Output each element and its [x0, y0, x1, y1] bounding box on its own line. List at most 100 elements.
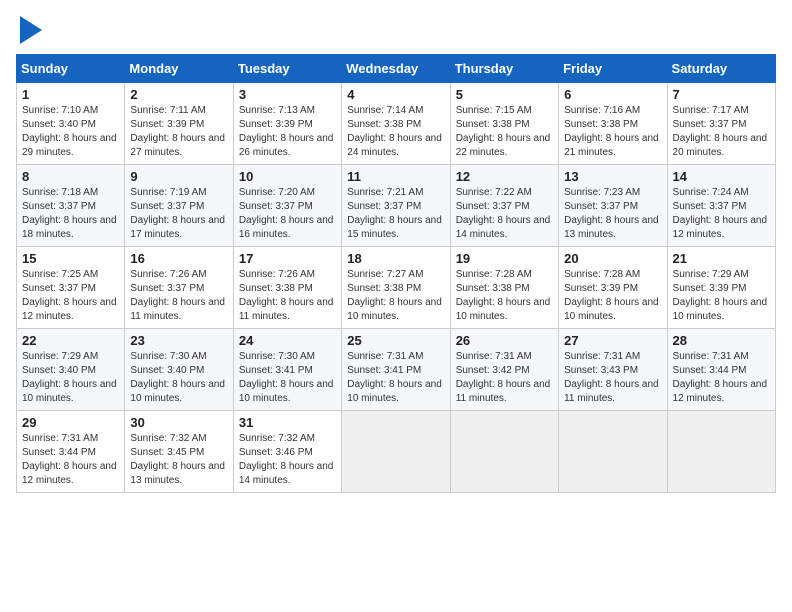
calendar-day-20: 20Sunrise: 7:28 AMSunset: 3:39 PMDayligh… — [559, 247, 667, 329]
sunset: Sunset: 3:39 PM — [239, 119, 313, 130]
calendar-table: SundayMondayTuesdayWednesdayThursdayFrid… — [16, 54, 776, 493]
calendar-day-18: 18Sunrise: 7:27 AMSunset: 3:38 PMDayligh… — [342, 247, 450, 329]
sunset: Sunset: 3:44 PM — [673, 365, 747, 376]
daylight: Daylight: 8 hours and 14 minutes. — [239, 461, 334, 486]
daylight: Daylight: 8 hours and 10 minutes. — [347, 297, 442, 322]
daylight: Daylight: 8 hours and 18 minutes. — [22, 215, 117, 240]
sunrise: Sunrise: 7:19 AM — [130, 187, 206, 198]
calendar-week-4: 22Sunrise: 7:29 AMSunset: 3:40 PMDayligh… — [17, 329, 776, 411]
calendar-day-16: 16Sunrise: 7:26 AMSunset: 3:37 PMDayligh… — [125, 247, 233, 329]
sunset: Sunset: 3:42 PM — [456, 365, 530, 376]
calendar-day-6: 6Sunrise: 7:16 AMSunset: 3:38 PMDaylight… — [559, 83, 667, 165]
day-number: 13 — [564, 169, 661, 184]
day-number: 31 — [239, 415, 336, 430]
sunrise: Sunrise: 7:24 AM — [673, 187, 749, 198]
day-number: 18 — [347, 251, 444, 266]
empty-cell — [559, 411, 667, 493]
day-info: Sunrise: 7:18 AM Sunset: 3:37 PM Daylight:… — [22, 186, 119, 242]
calendar-day-3: 3Sunrise: 7:13 AMSunset: 3:39 PMDaylight… — [233, 83, 341, 165]
day-number: 24 — [239, 333, 336, 348]
sunrise: Sunrise: 7:31 AM — [456, 351, 532, 362]
sunset: Sunset: 3:37 PM — [347, 201, 421, 212]
day-info: Sunrise: 7:32 AMSunset: 3:46 PMDaylight:… — [239, 432, 336, 488]
daylight: Daylight: 8 hours and 27 minutes. — [130, 133, 225, 158]
sunrise: Sunrise: 7:31 AM — [22, 433, 98, 444]
day-number: 7 — [673, 87, 770, 102]
sunrise: Sunrise: 7:10 AM — [22, 105, 98, 116]
daylight: Daylight: 8 hours and 12 minutes. — [22, 461, 117, 486]
calendar-day-31: 31 Sunrise: 7:32 AMSunset: 3:46 PMDayligh… — [233, 411, 341, 493]
day-number: 21 — [673, 251, 770, 266]
day-info: Sunrise: 7:32 AMSunset: 3:45 PMDaylight:… — [130, 432, 227, 488]
calendar-day-11: 11Sunrise: 7:21 AMSunset: 3:37 PMDayligh… — [342, 165, 450, 247]
daylight: Daylight: 8 hours and 10 minutes. — [564, 297, 659, 322]
calendar-day-14: 14Sunrise: 7:24 AMSunset: 3:37 PMDayligh… — [667, 165, 775, 247]
day-info: Sunrise: 7:26 AMSunset: 3:37 PMDaylight:… — [130, 268, 227, 324]
daylight: Daylight: 8 hours and 11 minutes. — [239, 297, 334, 322]
sunrise: Sunrise: 7:29 AM — [22, 351, 98, 362]
daylight: Daylight: 8 hours and 10 minutes. — [239, 379, 334, 404]
day-number: 4 — [347, 87, 444, 102]
sunset: Sunset: 3:37 PM — [456, 201, 530, 212]
sunset: Sunset: 3:37 PM — [22, 283, 96, 294]
sunrise: Sunrise: 7:23 AM — [564, 187, 640, 198]
sunset: Sunset: 3:39 PM — [130, 119, 204, 130]
daylight: Daylight: 8 hours and 22 minutes. — [456, 133, 551, 158]
calendar-day-19: 19Sunrise: 7:28 AMSunset: 3:38 PMDayligh… — [450, 247, 558, 329]
day-info: Sunrise: 7:23 AMSunset: 3:37 PMDaylight:… — [564, 186, 661, 242]
daylight: Daylight: 8 hours and 12 minutes. — [673, 215, 768, 240]
sunrise: Sunrise: 7:30 AM — [239, 351, 315, 362]
calendar-header-friday: Friday — [559, 55, 667, 83]
sunset: Sunset: 3:40 PM — [22, 365, 96, 376]
day-info: Sunrise: 7:29 AMSunset: 3:39 PMDaylight:… — [673, 268, 770, 324]
calendar-day-1: 1Sunrise: 7:10 AMSunset: 3:40 PMDaylight… — [17, 83, 125, 165]
calendar-day-15: 15Sunrise: 7:25 AMSunset: 3:37 PMDayligh… — [17, 247, 125, 329]
day-info: Sunrise: 7:31 AMSunset: 3:43 PMDaylight:… — [564, 350, 661, 406]
day-info: Sunrise: 7:17 AMSunset: 3:37 PMDaylight:… — [673, 104, 770, 160]
day-number: 30 — [130, 415, 227, 430]
sunset: Sunset: 3:45 PM — [130, 447, 204, 458]
day-number: 28 — [673, 333, 770, 348]
sunrise: Sunrise: 7:18 AM — [22, 187, 98, 198]
sunset: Sunset: 3:39 PM — [673, 283, 747, 294]
sunset: Sunset: 3:38 PM — [564, 119, 638, 130]
daylight: Daylight: 8 hours and 13 minutes. — [130, 461, 225, 486]
daylight: Daylight: 8 hours and 10 minutes. — [673, 297, 768, 322]
sunset: Sunset: 3:43 PM — [564, 365, 638, 376]
sunset: Sunset: 3:37 PM — [673, 119, 747, 130]
daylight: Daylight: 8 hours and 29 minutes. — [22, 133, 117, 158]
calendar-day-27: 27Sunrise: 7:31 AMSunset: 3:43 PMDayligh… — [559, 329, 667, 411]
day-info: Sunrise: 7:19 AMSunset: 3:37 PMDaylight:… — [130, 186, 227, 242]
day-info: Sunrise: 7:30 AMSunset: 3:40 PMDaylight:… — [130, 350, 227, 406]
sunset: Sunset: 3:38 PM — [456, 119, 530, 130]
sunset: Sunset: 3:40 PM — [22, 119, 96, 130]
day-info: Sunrise: 7:15 AMSunset: 3:38 PMDaylight:… — [456, 104, 553, 160]
daylight: Daylight: 8 hours and 11 minutes. — [130, 297, 225, 322]
calendar-day-22: 22Sunrise: 7:29 AMSunset: 3:40 PMDayligh… — [17, 329, 125, 411]
sunset: Sunset: 3:41 PM — [239, 365, 313, 376]
calendar-day-28: 28Sunrise: 7:31 AMSunset: 3:44 PMDayligh… — [667, 329, 775, 411]
day-info: Sunrise: 7:26 AMSunset: 3:38 PMDaylight:… — [239, 268, 336, 324]
calendar-week-2: 8Sunrise: 7:18 AMSunset: 3:37 PMDaylight… — [17, 165, 776, 247]
sunset: Sunset: 3:37 PM — [22, 201, 96, 212]
sunset: Sunset: 3:38 PM — [456, 283, 530, 294]
day-info: Sunrise: 7:31 AM Sunset: 3:42 PM Daylight:… — [456, 350, 553, 406]
day-number: 25 — [347, 333, 444, 348]
sunrise: Sunrise: 7:16 AM — [564, 105, 640, 116]
sunset: Sunset: 3:37 PM — [673, 201, 747, 212]
daylight: Daylight: 8 hours and 14 minutes. — [456, 215, 551, 240]
calendar-day-7: 7 Sunrise: 7:17 AMSunset: 3:37 PMDaylight… — [667, 83, 775, 165]
daylight: Daylight: 8 hours and 12 minutes. — [22, 297, 117, 322]
daylight: Daylight: 8 hours and 16 minutes. — [239, 215, 334, 240]
daylight: Daylight: 8 hours and 11 minutes. — [456, 379, 551, 404]
daylight: Daylight: 8 hours and 10 minutes. — [456, 297, 551, 322]
sunrise: Sunrise: 7:28 AM — [456, 269, 532, 280]
calendar-day-29: 29Sunrise: 7:31 AMSunset: 3:44 PMDayligh… — [17, 411, 125, 493]
calendar-day-26: 26Sunrise: 7:31 AMSunset: 3:42 PMDayligh… — [450, 329, 558, 411]
sunrise: Sunrise: 7:13 AM — [239, 105, 315, 116]
sunset: Sunset: 3:40 PM — [130, 365, 204, 376]
daylight: Daylight: 8 hours and 12 minutes. — [673, 379, 768, 404]
daylight: Daylight: 8 hours and 10 minutes. — [347, 379, 442, 404]
calendar-day-24: 24 Sunrise: 7:30 AM Sunset: 3:41 PM Dayligh… — [233, 329, 341, 411]
calendar-day-25: 25Sunrise: 7:31 AMSunset: 3:41 PMDayligh… — [342, 329, 450, 411]
